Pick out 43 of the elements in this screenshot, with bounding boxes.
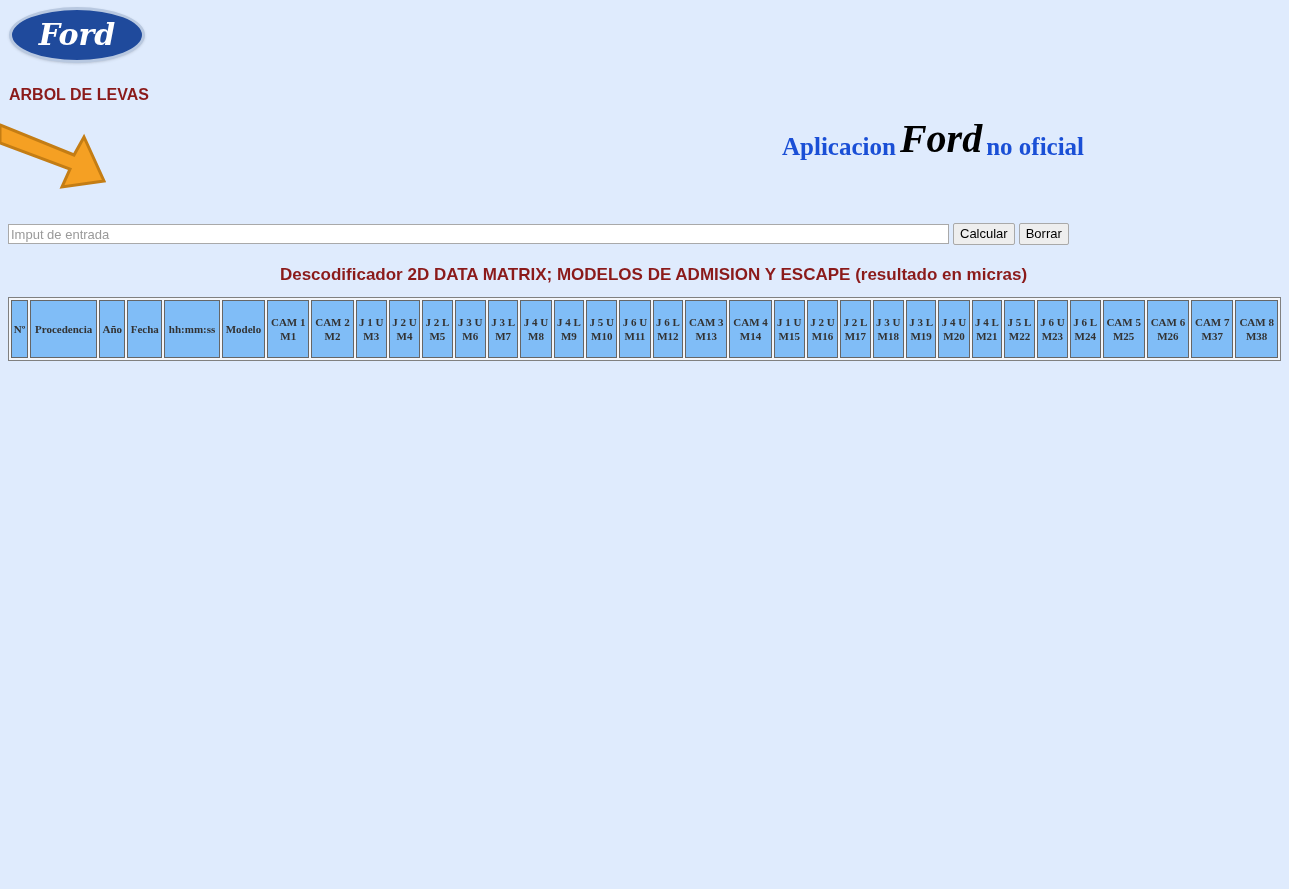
table-title: Descodificador 2D DATA MATRIX; MODELOS DE ADMISION Y ESCAPE (resultado en micras) xyxy=(279,264,1028,286)
column-header: CAM 6 M26 xyxy=(1146,299,1190,358)
column-header: J 5 L M22 xyxy=(1004,299,1035,358)
column-header: J 2 L M5 xyxy=(422,299,453,358)
column-header: J 3 L M7 xyxy=(487,299,519,358)
column-header: CAM 5 M25 xyxy=(1102,299,1145,358)
column-header: Modelo xyxy=(221,299,266,358)
brand-wordmark: Ford xyxy=(899,119,983,159)
column-header: J 3 U M18 xyxy=(872,299,904,358)
column-header: Procedencia xyxy=(30,299,98,358)
column-header: J 2 L M17 xyxy=(840,299,871,358)
column-header: Fecha xyxy=(127,299,163,358)
column-header: J 3 L M19 xyxy=(905,299,937,358)
column-header: CAM 8 M38 xyxy=(1235,299,1278,358)
column-header: J 6 L M24 xyxy=(1069,299,1101,358)
column-header: CAM 1 M1 xyxy=(267,299,310,358)
action-button[interactable]: Borrar xyxy=(1018,223,1069,245)
action-button[interactable]: Calcular xyxy=(953,223,1015,245)
column-header: J 4 L M9 xyxy=(553,299,585,358)
column-header: J 4 U M20 xyxy=(938,299,970,358)
column-header: J 6 L M12 xyxy=(652,299,684,358)
column-header: hh:mm:ss xyxy=(164,299,220,358)
column-header: J 6 U M23 xyxy=(1036,299,1068,358)
column-header: J 5 U M10 xyxy=(586,299,618,358)
column-header: CAM 7 M37 xyxy=(1191,299,1234,358)
column-header: Nº xyxy=(11,299,29,358)
column-header: CAM 4 M14 xyxy=(729,299,772,358)
input-field[interactable]: Imput de entrada xyxy=(8,224,949,244)
logo: Ford xyxy=(9,7,145,63)
column-header: CAM 2 M2 xyxy=(311,299,354,358)
column-header: J 1 U M3 xyxy=(355,299,387,358)
column-header: J 6 U M11 xyxy=(619,299,651,358)
column-header: J 2 U M4 xyxy=(388,299,421,358)
banner-text: Aplicacion xyxy=(782,134,896,159)
column-header: J 1 U M15 xyxy=(773,299,805,358)
column-header: J 2 U M16 xyxy=(806,299,839,358)
column-header: J 4 U M8 xyxy=(520,299,552,358)
banner-text: no oficial xyxy=(986,134,1085,159)
column-header: CAM 3 M13 xyxy=(685,299,728,358)
column-header: J 3 U M6 xyxy=(454,299,486,358)
column-header: J 4 L M21 xyxy=(971,299,1003,358)
column-header: Año xyxy=(99,299,126,358)
page-title: ARBOL DE LEVAS xyxy=(9,85,149,105)
